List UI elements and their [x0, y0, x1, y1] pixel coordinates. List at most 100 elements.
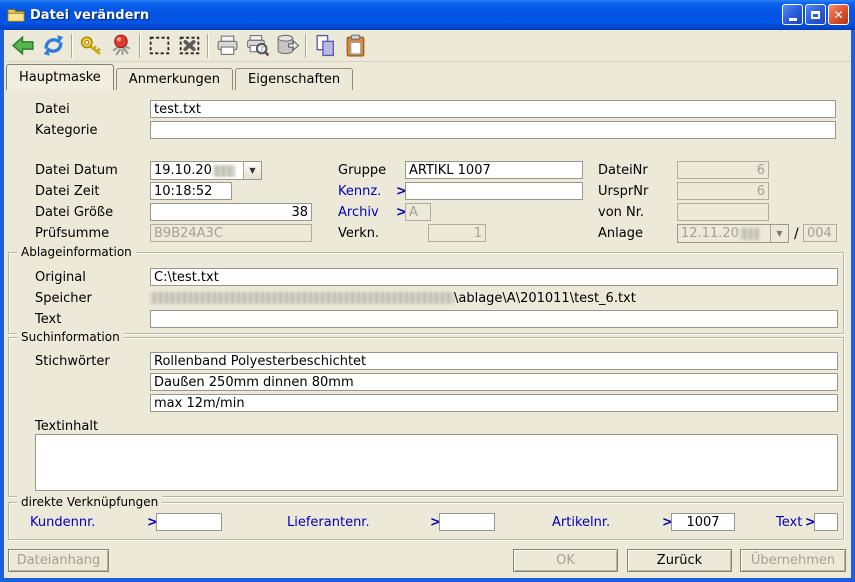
kennz-input[interactable] [405, 182, 583, 200]
toolbar-separator [71, 34, 73, 58]
text-label: Text [35, 312, 61, 327]
toolbar-separator [305, 34, 307, 58]
artikelnr-link[interactable]: Artikelnr. [552, 515, 610, 530]
lieferantenr-link[interactable]: Lieferantenr. [287, 515, 370, 530]
database-export-button[interactable] [272, 32, 302, 60]
tab-eigenschaften[interactable]: Eigenschaften [235, 68, 353, 90]
text-link-input[interactable] [814, 513, 838, 531]
text-input[interactable] [150, 310, 838, 328]
chevron-down-icon: ▼ [770, 225, 788, 242]
kundennr-input[interactable] [156, 513, 222, 531]
uebernehmen-button: Übernehmen [740, 549, 846, 572]
anlage-label: Anlage [598, 226, 643, 241]
archiv-input [405, 203, 431, 221]
stichwort-input-1[interactable] [150, 352, 838, 370]
dateianhang-button: Dateianhang [8, 549, 109, 572]
anlage-nr-input [803, 224, 837, 242]
datei-datum-label: Datei Datum [35, 163, 118, 178]
datei-groesse-input[interactable] [150, 203, 312, 221]
artikelnr-input[interactable] [671, 513, 735, 531]
kategorie-input[interactable] [150, 121, 836, 139]
toolbar [4, 30, 851, 62]
selection-button[interactable] [144, 32, 174, 60]
tab-bar: Hauptmaske Anmerkungen Eigenschaften [6, 63, 355, 90]
speicher-value: \ablage\A\201011\test_6.txt [454, 291, 636, 306]
ablageinformation-legend: Ablageinformation [17, 245, 136, 259]
refresh-icon [41, 33, 66, 58]
toolbar-separator [139, 34, 141, 58]
back-button[interactable] [8, 32, 38, 60]
gruppe-input[interactable] [405, 161, 583, 179]
archiv-link[interactable]: Archiv [338, 205, 379, 220]
kundennr-link[interactable]: Kundennr. [30, 515, 95, 530]
close-icon: ✕ [833, 9, 843, 21]
print-button[interactable] [212, 32, 242, 60]
pruefsumme-input [150, 224, 312, 242]
database-export-icon [275, 33, 300, 58]
datei-datum-combobox[interactable]: 19.10.20 ▼ [150, 161, 262, 180]
copy-button[interactable] [310, 32, 340, 60]
anlage-combobox: 12.11.20 ▼ [677, 224, 789, 243]
minimize-icon [789, 18, 797, 21]
lieferantenr-input[interactable] [439, 513, 495, 531]
folder-icon [7, 6, 25, 24]
redacted-year [213, 165, 235, 177]
original-label: Original [35, 270, 86, 285]
selection-icon [147, 33, 172, 58]
refresh-button[interactable] [38, 32, 68, 60]
suchinformation-legend: Suchinformation [17, 330, 124, 344]
ok-button: OK [513, 549, 618, 572]
pin-button[interactable] [106, 32, 136, 60]
anlage-value: 12.11.20 [678, 226, 739, 241]
ursprnr-label: UrsprNr [598, 184, 648, 199]
kennz-link[interactable]: Kennz. [338, 184, 381, 199]
dialog-window: Datei verändern ✕ [0, 0, 855, 582]
key-icon [79, 33, 104, 58]
dateinr-label: DateiNr [598, 163, 648, 178]
redacted-year [740, 228, 760, 240]
ursprnr-input [677, 182, 769, 200]
datei-datum-value: 19.10.20 [151, 163, 212, 178]
datei-input[interactable] [150, 100, 836, 118]
datei-zeit-input[interactable] [150, 182, 232, 200]
datei-zeit-label: Datei Zeit [35, 184, 99, 199]
gruppe-label: Gruppe [338, 163, 386, 178]
maximize-icon [811, 11, 820, 19]
paste-button[interactable] [340, 32, 370, 60]
paste-icon [343, 33, 368, 58]
copy-icon [313, 33, 338, 58]
dateinr-input [677, 161, 769, 179]
kategorie-label: Kategorie [35, 123, 98, 138]
pin-icon [109, 33, 134, 58]
titlebar[interactable]: Datei verändern ✕ [0, 0, 855, 30]
speicher-label: Speicher [35, 291, 92, 306]
tab-anmerkungen[interactable]: Anmerkungen [116, 68, 233, 90]
stichwort-input-3[interactable] [150, 394, 838, 412]
toolbar-separator [207, 34, 209, 58]
print-preview-button[interactable] [242, 32, 272, 60]
redacted-path [150, 292, 454, 304]
verkn-input [428, 224, 486, 242]
close-button[interactable]: ✕ [828, 4, 849, 25]
maximize-button[interactable] [805, 4, 826, 25]
selection-delete-icon [177, 33, 202, 58]
pruefsumme-label: Prüfsumme [35, 226, 109, 241]
tab-hauptmaske[interactable]: Hauptmaske [6, 64, 114, 90]
key-button[interactable] [76, 32, 106, 60]
dialog-body: Hauptmaske Anmerkungen Eigenschaften Dat… [4, 30, 851, 578]
stichwort-input-2[interactable] [150, 373, 838, 391]
original-input[interactable] [150, 268, 838, 286]
verknuepfungen-legend: direkte Verknüpfungen [17, 495, 162, 509]
textinhalt-textarea[interactable] [35, 434, 838, 491]
verkn-label: Verkn. [338, 226, 379, 241]
chevron-down-icon[interactable]: ▼ [243, 162, 261, 179]
minimize-button[interactable] [782, 4, 803, 25]
selection-delete-button[interactable] [174, 32, 204, 60]
von-nr-label: von Nr. [598, 205, 644, 220]
text-link[interactable]: Text [776, 515, 802, 530]
datei-label: Datei [35, 102, 70, 117]
von-nr-input [677, 203, 769, 221]
zurueck-button[interactable]: Zurück [627, 549, 732, 572]
print-preview-icon [245, 33, 270, 58]
print-icon [215, 33, 240, 58]
